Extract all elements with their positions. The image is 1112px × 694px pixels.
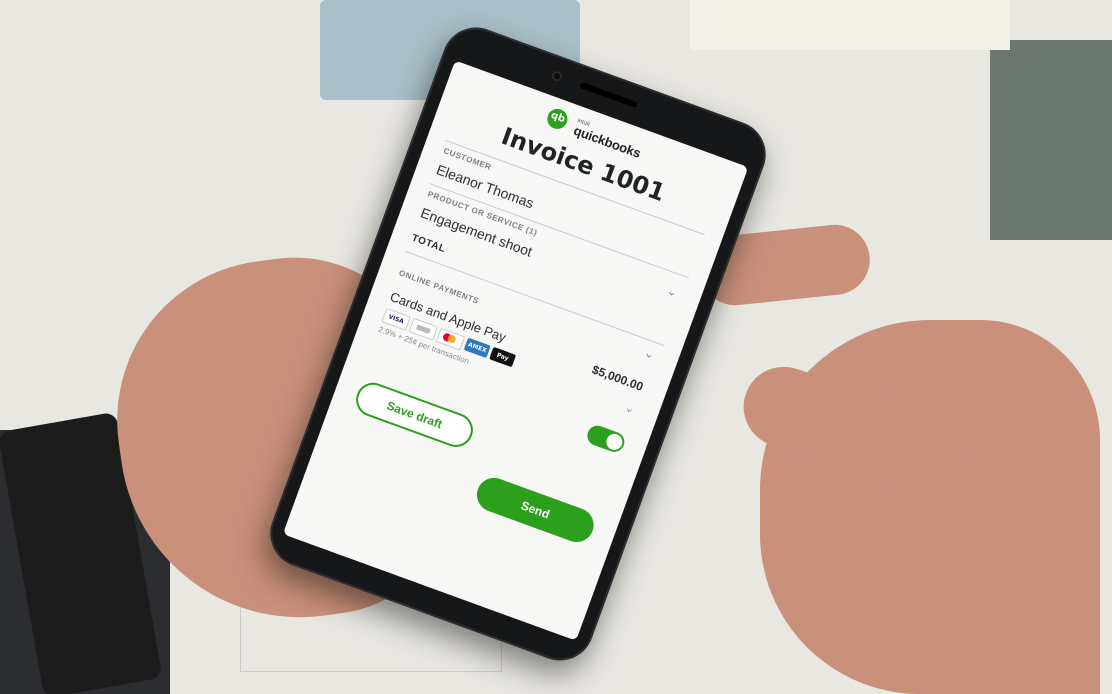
paper-stack — [690, 0, 1010, 50]
front-camera — [550, 69, 564, 83]
quickbooks-logo-icon: qb — [544, 106, 571, 132]
apple-pay-icon: Pay — [489, 346, 517, 368]
total-label: TOTAL — [410, 232, 448, 256]
phone-screen: qb intuit quickbooks Invoice 1001 CUSTOM… — [282, 60, 749, 641]
online-payments-toggle[interactable] — [584, 422, 628, 455]
fabric-swatch — [990, 40, 1112, 240]
amex-icon: AMEX — [463, 337, 491, 359]
customer-chevron-down-icon[interactable]: ⌄ — [665, 283, 679, 300]
photo-scene: qb intuit quickbooks Invoice 1001 CUSTOM… — [0, 0, 1112, 694]
product-chevron-down-icon[interactable]: ⌄ — [643, 345, 657, 362]
total-amount: $5,000.00 — [590, 362, 646, 394]
save-draft-button[interactable]: Save draft — [351, 378, 478, 452]
payments-chevron-down-icon[interactable]: ⌄ — [623, 400, 637, 417]
send-button[interactable]: Send — [472, 473, 599, 547]
smartphone: qb intuit quickbooks Invoice 1001 CUSTOM… — [260, 18, 776, 670]
earpiece-speaker — [579, 81, 638, 109]
toggle-knob — [604, 431, 625, 453]
